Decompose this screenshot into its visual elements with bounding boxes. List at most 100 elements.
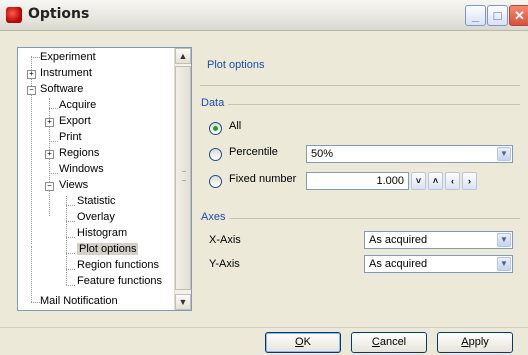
data-group-title: Data bbox=[201, 97, 229, 109]
tree-item-label: Views bbox=[59, 179, 89, 191]
scroll-down-button[interactable]: ▼ bbox=[175, 294, 191, 310]
previous-button[interactable]: ‹ bbox=[445, 172, 460, 190]
chevron-down-icon: ˅ bbox=[415, 176, 422, 186]
page-title: Plot options bbox=[207, 59, 265, 71]
decrement-button[interactable]: ˅ bbox=[411, 172, 426, 190]
y-axis-value: As acquired bbox=[369, 258, 428, 270]
tree-item-label: Export bbox=[59, 115, 91, 127]
tree-item-label: Windows bbox=[59, 163, 104, 175]
tree-item-experiment[interactable]: Experiment bbox=[40, 49, 96, 65]
ok-mnemonic: O bbox=[295, 336, 304, 348]
tree-item-label: Region functions bbox=[77, 259, 159, 271]
chevron-up-icon: ˄ bbox=[432, 176, 439, 186]
tree-connector bbox=[49, 141, 58, 142]
x-axis-value: As acquired bbox=[369, 234, 428, 246]
ok-label: K bbox=[303, 336, 311, 348]
ok-button[interactable]: OK bbox=[265, 332, 341, 353]
tree-connector bbox=[66, 253, 75, 254]
tree-item-label: Histogram bbox=[77, 227, 128, 239]
expand-icon[interactable]: + bbox=[45, 118, 54, 127]
radio-all[interactable] bbox=[209, 122, 222, 135]
tree-item-label: Regions bbox=[59, 147, 100, 159]
divider bbox=[0, 327, 528, 328]
radio-percentile-label: Percentile bbox=[229, 146, 278, 158]
scroll-up-button[interactable]: ▲ bbox=[175, 48, 191, 64]
tree-item-mail-notification[interactable]: Mail Notification bbox=[40, 293, 118, 309]
tree-item-label: Software bbox=[40, 83, 84, 95]
tree-item-plot-options[interactable]: Plot options bbox=[77, 241, 139, 257]
tree-item-instrument[interactable]: Instrument bbox=[40, 65, 92, 81]
tree-item-region-functions[interactable]: Region functions bbox=[77, 257, 159, 273]
tree-item-software[interactable]: Software bbox=[40, 81, 83, 97]
tree-connector bbox=[31, 246, 32, 302]
minimize-button[interactable]: _ bbox=[465, 5, 486, 26]
tree-item-label: Mail Notification bbox=[40, 295, 118, 307]
radio-fixed-number[interactable] bbox=[209, 175, 222, 188]
tree-item-overlay[interactable]: Overlay bbox=[77, 209, 115, 225]
expand-icon[interactable]: + bbox=[27, 70, 36, 79]
tree-connector bbox=[66, 285, 75, 286]
x-axis-select[interactable]: As acquired ▼ bbox=[364, 231, 513, 249]
grip-icon bbox=[182, 171, 186, 181]
tree-item-label: Print bbox=[59, 131, 82, 143]
increment-button[interactable]: ˄ bbox=[428, 172, 443, 190]
tree-item-statistic[interactable]: Statistic bbox=[77, 193, 116, 209]
tree-item-histogram[interactable]: Histogram bbox=[77, 225, 127, 241]
tree-connector bbox=[49, 173, 58, 174]
tree-scrollbar[interactable]: ▲ ▼ bbox=[174, 48, 191, 310]
tree-connector bbox=[66, 205, 75, 206]
tree-item-regions[interactable]: Regions bbox=[59, 145, 99, 161]
divider bbox=[200, 218, 520, 219]
minimize-icon: _ bbox=[471, 8, 480, 23]
cancel-button[interactable]: Cancel bbox=[351, 332, 427, 353]
radio-all-label: All bbox=[229, 120, 242, 132]
percentile-select[interactable]: 50% ▼ bbox=[306, 145, 513, 163]
next-button[interactable]: › bbox=[462, 172, 477, 190]
tree-item-label: Acquire bbox=[59, 99, 97, 111]
divider bbox=[200, 104, 520, 105]
tree-connector bbox=[66, 237, 75, 238]
apply-button[interactable]: Apply bbox=[437, 332, 513, 353]
tree-item-label: Instrument bbox=[40, 67, 92, 79]
axes-group-title: Axes bbox=[201, 211, 230, 223]
chevron-up-icon: ▲ bbox=[178, 51, 188, 61]
app-icon bbox=[6, 7, 22, 23]
tree-item-acquire[interactable]: Acquire bbox=[59, 97, 96, 113]
tree-connector bbox=[66, 269, 75, 270]
chevron-down-icon[interactable]: ▼ bbox=[497, 257, 511, 271]
collapse-icon[interactable]: − bbox=[45, 182, 54, 191]
cancel-label: ancel bbox=[379, 336, 407, 348]
close-button[interactable]: ✕ bbox=[509, 5, 528, 26]
tree-connector bbox=[31, 57, 40, 58]
chevron-right-icon: › bbox=[468, 176, 471, 186]
percentile-value: 50% bbox=[311, 148, 334, 160]
title-bar[interactable]: Options _ □ ✕ bbox=[0, 0, 528, 31]
y-axis-label: Y-Axis bbox=[209, 258, 240, 270]
apply-mnemonic: A bbox=[461, 336, 469, 348]
tree-item-label: Feature functions bbox=[77, 275, 162, 287]
divider bbox=[200, 85, 520, 86]
tree-item-export[interactable]: Export bbox=[59, 113, 91, 129]
collapse-icon[interactable]: − bbox=[27, 86, 36, 95]
maximize-button[interactable]: □ bbox=[487, 5, 508, 26]
chevron-down-icon[interactable]: ▼ bbox=[497, 147, 511, 161]
scroll-thumb[interactable] bbox=[175, 66, 191, 290]
fixed-number-input[interactable]: 1.000 bbox=[306, 172, 409, 190]
y-axis-select[interactable]: As acquired ▼ bbox=[364, 255, 513, 273]
tree-connector bbox=[66, 196, 67, 285]
options-tree[interactable]: + − + + − Experiment Instrument Software… bbox=[17, 47, 192, 311]
window-title: Options bbox=[28, 6, 90, 22]
chevron-down-icon[interactable]: ▼ bbox=[497, 233, 511, 247]
tree-item-windows[interactable]: Windows bbox=[59, 161, 104, 177]
chevron-left-icon: ‹ bbox=[451, 176, 454, 186]
expand-icon[interactable]: + bbox=[45, 150, 54, 159]
tree-connector bbox=[49, 108, 58, 109]
apply-label: pply bbox=[468, 336, 489, 348]
tree-item-label: Overlay bbox=[77, 211, 115, 223]
tree-connector bbox=[31, 302, 40, 303]
tree-item-views[interactable]: Views bbox=[59, 177, 88, 193]
tree-item-print[interactable]: Print bbox=[59, 129, 82, 145]
maximize-icon: □ bbox=[493, 8, 502, 23]
tree-item-feature-functions[interactable]: Feature functions bbox=[77, 273, 162, 289]
radio-percentile[interactable] bbox=[209, 148, 222, 161]
